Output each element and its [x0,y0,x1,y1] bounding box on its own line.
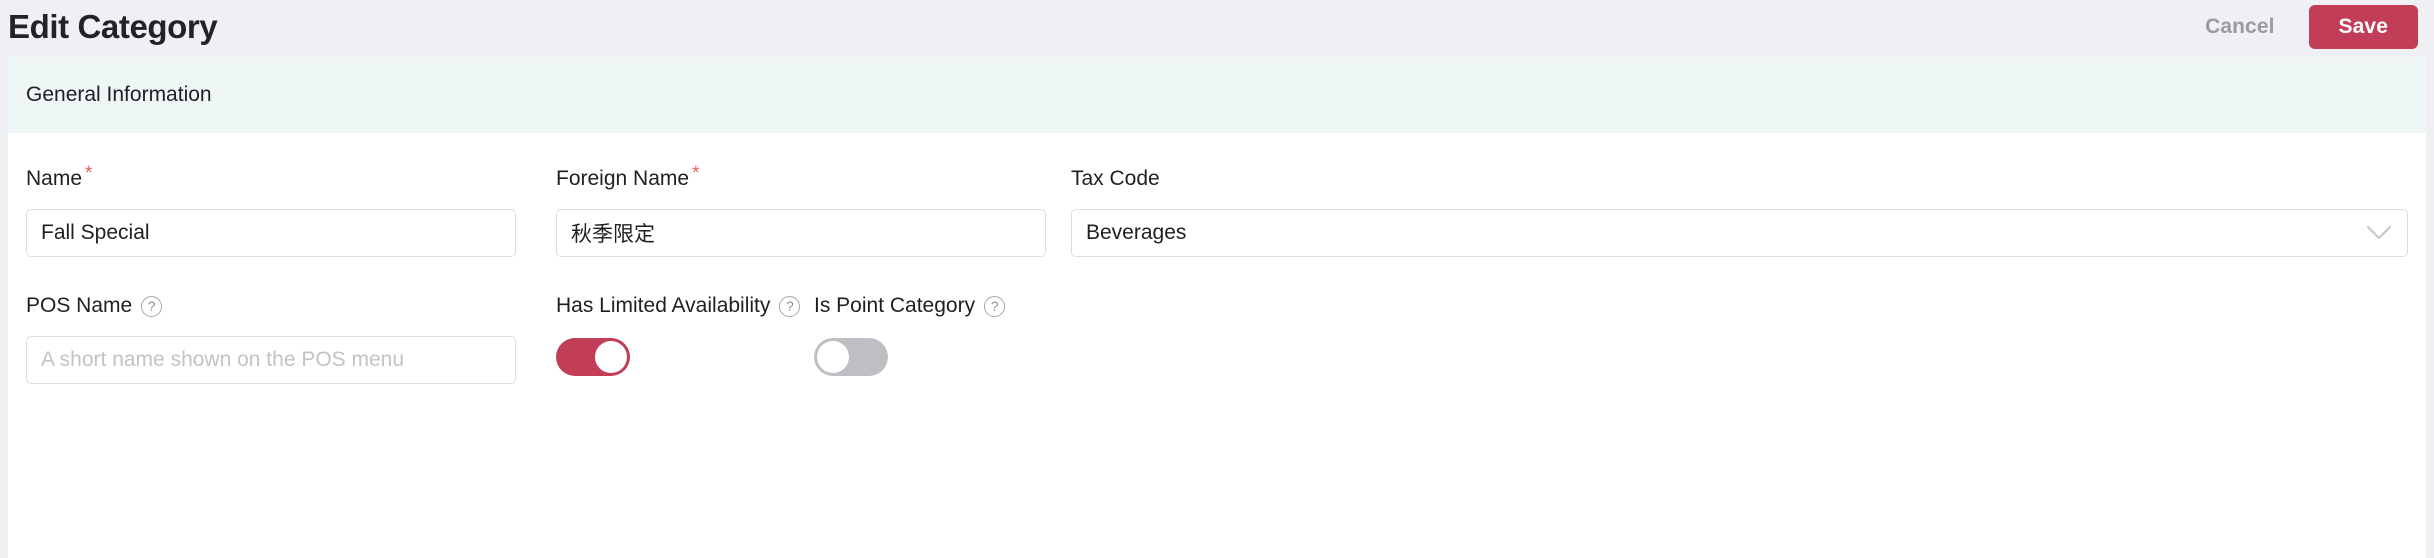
help-icon-glyph: ? [990,297,999,314]
help-icon[interactable]: ? [779,295,801,317]
foreign-name-label: Foreign Name * [556,163,1071,192]
tax-code-label: Tax Code [1071,166,2408,192]
name-label: Name * [26,163,556,192]
field-has-limited-availability: Has Limited Availability ? [556,293,814,376]
help-icon[interactable]: ? [141,295,163,317]
is-point-category-label-text: Is Point Category [814,294,976,317]
field-name: Name * [26,163,556,257]
field-is-point-category: Is Point Category ? [814,293,2408,376]
help-icon-glyph: ? [147,297,156,314]
required-asterisk-icon: * [692,163,700,184]
tax-code-label-text: Tax Code [1071,167,1160,190]
name-label-text: Name [26,167,83,190]
required-asterisk-icon: * [85,163,93,184]
pos-name-label-text: POS Name [26,294,133,317]
has-limited-availability-toggle[interactable] [556,338,630,376]
tax-code-select-wrapper: Beverages [1071,209,2408,257]
save-button[interactable]: Save [2308,5,2418,49]
toggle-knob [595,341,627,373]
pos-name-input[interactable] [26,336,516,384]
field-tax-code: Tax Code Beverages [1071,166,2408,257]
foreign-name-label-text: Foreign Name [556,167,690,190]
toggle-knob [817,341,849,373]
is-point-category-toggle[interactable] [814,338,888,376]
edit-category-screen: Edit Category Cancel Save General Inform… [0,0,2434,558]
help-icon-glyph: ? [785,297,794,314]
field-pos-name: POS Name ? [26,293,556,384]
field-foreign-name: Foreign Name * [556,163,1071,257]
foreign-name-input[interactable] [556,209,1046,257]
help-icon[interactable]: ? [984,295,1006,317]
is-point-category-label: Is Point Category ? [814,293,2408,319]
section-title: General Information [26,83,212,106]
form-row-secondary: POS Name ? Has Limited Availability ? [26,257,2408,384]
tax-code-selected-value: Beverages [1086,221,1187,244]
form-row-primary: Name * Foreign Name * Tax Code [26,133,2408,257]
form-body: Name * Foreign Name * Tax Code [8,133,2426,384]
has-limited-availability-label: Has Limited Availability ? [556,293,814,319]
tax-code-select[interactable]: Beverages [1071,209,2408,257]
has-limited-availability-label-text: Has Limited Availability [556,294,771,317]
top-bar-actions: Cancel Save [2199,5,2418,49]
cancel-button[interactable]: Cancel [2199,6,2280,48]
name-input[interactable] [26,209,516,257]
top-bar: Edit Category Cancel Save [0,0,2434,57]
pos-name-label: POS Name ? [26,293,556,319]
general-information-card: General Information Name * Foreign Name … [8,57,2426,558]
page-title: Edit Category [8,8,218,45]
section-header: General Information [8,57,2426,133]
